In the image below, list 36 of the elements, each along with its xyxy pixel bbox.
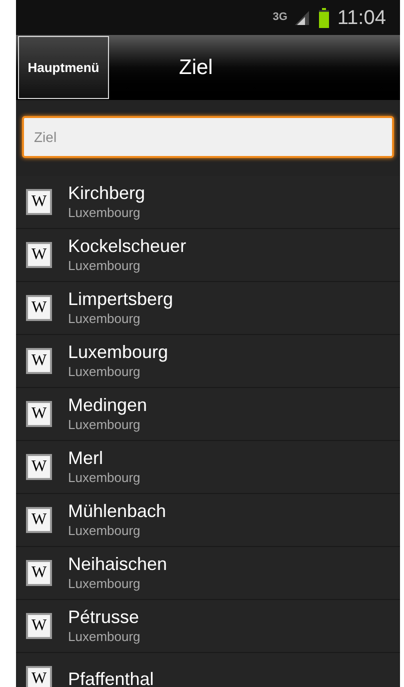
country-label: Luxembourg [68,257,142,275]
place-name: Luxembourg [68,341,168,363]
country-label: Luxembourg [68,363,142,381]
wikipedia-icon: W [26,401,52,427]
clock: 11:04 [337,8,386,28]
wikipedia-icon: W [26,613,52,639]
wikipedia-icon: W [26,295,52,321]
screen-title: Ziel [179,54,213,81]
place-name: Merl [68,447,104,469]
place-name: Pétrusse [68,606,140,628]
country-label: Luxembourg [68,575,142,593]
network-indicator: 3G [272,12,288,23]
country-label: Luxembourg [68,628,140,646]
wikipedia-icon: W [26,242,52,268]
signal-icon [295,10,312,24]
battery-icon [319,8,330,28]
country-label: Luxembourg [68,310,142,328]
country-label: Luxembourg [68,416,142,434]
place-name: Mühlenbach [68,500,166,522]
wikipedia-icon: W [26,348,52,374]
wikipedia-icon: W [26,666,52,687]
place-name: Limpertsberg [68,288,174,310]
wikipedia-icon: W [26,507,52,533]
country-label: Luxembourg [68,522,142,540]
place-name: Neihaischen [68,553,168,575]
place-name: Pfaffenthal [68,668,154,687]
main-menu-button[interactable]: Hauptmenü [18,36,109,99]
wikipedia-icon: W [26,560,52,586]
place-name: Kirchberg [68,182,146,204]
destination-field[interactable]: Ziel [22,116,394,158]
place-name: Medingen [68,394,148,416]
place-name: Kockelscheuer [68,235,186,257]
wikipedia-icon: W [26,189,52,215]
wikipedia-icon: W [26,454,52,480]
country-label: Luxembourg [68,469,140,487]
country-label: Luxembourg [68,204,142,222]
